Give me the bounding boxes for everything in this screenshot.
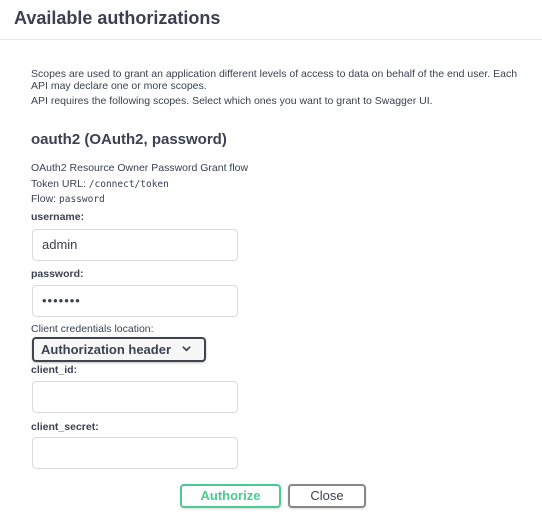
client-location-select[interactable]: Authorization header [32,337,206,362]
flow-value: password [59,194,105,205]
flow-description: OAuth2 Resource Owner Password Grant flo… [31,162,249,174]
close-button[interactable]: Close [288,484,366,508]
password-input[interactable]: ••••••• [32,285,238,317]
client-id-label: client_id: [31,364,78,376]
authorizations-modal: Available authorizations Scopes are used… [0,0,542,524]
flow-label: Flow: [31,193,57,205]
token-url-label: Token URL: [31,177,86,190]
modal-header: Available authorizations [0,0,542,40]
chevron-down-icon [182,346,191,352]
scopes-requirement: API requires the following scopes. Selec… [31,95,433,107]
scopes-explanation: Scopes are used to grant an application … [31,68,518,92]
client-location-value: Authorization header [41,342,172,357]
authorize-button[interactable]: Authorize [180,484,281,508]
username-label: username: [31,211,85,223]
scopes-description: Scopes are used to grant an application … [31,68,521,107]
username-input[interactable]: admin [32,229,238,261]
modal-title: Available authorizations [14,8,221,28]
client-location-label: Client credentials location: [31,323,154,335]
client-secret-input[interactable] [32,437,238,469]
password-label: password: [31,268,84,280]
username-value: admin [42,237,78,252]
token-url-line: Token URL: /connect/token [31,177,248,193]
flow-line: Flow: password [31,192,248,208]
client-id-input[interactable] [32,381,238,413]
auth-scheme-title: oauth2 (OAuth2, password) [31,131,227,148]
flow-info: OAuth2 Resource Owner Password Grant flo… [31,161,248,208]
password-value: ••••••• [42,293,81,308]
client-secret-label: client_secret: [31,421,99,433]
token-url-value: /connect/token [88,178,169,190]
